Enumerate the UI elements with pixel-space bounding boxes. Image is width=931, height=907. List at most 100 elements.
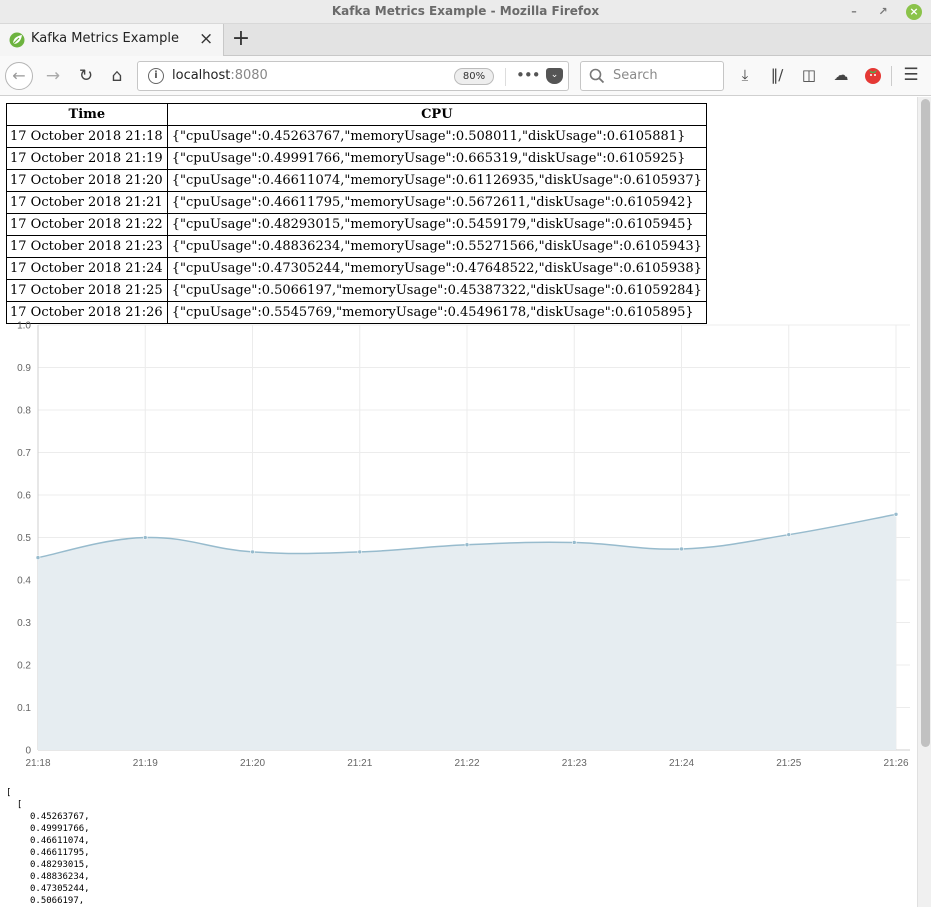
table-row: 17 October 2018 21:24 {"cpuUsage":0.47305… xyxy=(6,257,707,280)
tab-bar: Kafka Metrics Example × + xyxy=(0,24,931,56)
search-icon xyxy=(589,68,605,84)
page-actions-icon[interactable]: ••• xyxy=(516,66,541,84)
x-tick-label: 21:21 xyxy=(347,758,372,769)
y-tick-label: 0.8 xyxy=(17,406,31,417)
x-tick-label: 21:19 xyxy=(133,758,158,769)
home-icon[interactable]: ⌂ xyxy=(103,62,131,90)
site-info-icon[interactable]: i xyxy=(148,68,164,84)
maximize-icon[interactable]: ↗ xyxy=(875,4,891,20)
scrollbar-thumb[interactable] xyxy=(921,99,930,747)
back-icon[interactable]: ← xyxy=(5,62,33,90)
time-cell: 17 October 2018 21:23 xyxy=(6,235,168,258)
url-bar[interactable]: i localhost:8080 80% ••• ⌄ xyxy=(137,61,569,91)
x-tick-label: 21:26 xyxy=(883,758,908,769)
data-point xyxy=(893,512,899,517)
table-row: 17 October 2018 21:19 {"cpuUsage":0.49991… xyxy=(6,147,707,170)
data-point xyxy=(142,535,148,540)
json-value-line: 0.45263767, xyxy=(30,812,90,822)
x-tick-label: 21:20 xyxy=(240,758,265,769)
time-column-header: Time xyxy=(6,103,168,126)
zoom-level-button[interactable]: 80% xyxy=(454,68,494,85)
new-tab-icon[interactable]: + xyxy=(230,26,252,51)
y-tick-label: 0.3 xyxy=(17,618,31,629)
table-row: 17 October 2018 21:22 {"cpuUsage":0.48293… xyxy=(6,213,707,236)
x-tick-label: 21:23 xyxy=(562,758,587,769)
y-tick-label: 0.5 xyxy=(17,533,31,544)
cpu-cell: {"cpuUsage":0.46611074,"memoryUsage":0.6… xyxy=(166,169,707,192)
json-dump: [ [ 0.45263767, 0.49991766, 0.46611074, … xyxy=(6,787,90,907)
y-tick-label: 0.7 xyxy=(17,448,31,459)
y-tick-label: 1.0 xyxy=(17,321,31,332)
vertical-scrollbar[interactable] xyxy=(917,97,931,907)
search-box[interactable]: Search xyxy=(580,61,724,91)
downloads-icon[interactable]: ⤓ xyxy=(734,64,756,86)
table-row: 17 October 2018 21:18 {"cpuUsage":0.45263… xyxy=(6,125,707,148)
cpu-cell: {"cpuUsage":0.47305244,"memoryUsage":0.4… xyxy=(166,257,707,280)
cpu-usage-line-chart: 0 0.1 0.2 0.3 0.4 0.5 0.6 0.7 0.8 0.9 1.0 21:18 21:1… xyxy=(17,321,910,769)
table-row: 17 October 2018 21:21 {"cpuUsage":0.46611… xyxy=(6,191,707,214)
series-area-fill xyxy=(38,514,896,750)
y-tick-label: 0.1 xyxy=(17,703,31,714)
data-point xyxy=(464,542,470,548)
y-tick-label: 0 xyxy=(25,746,31,757)
json-value-line: 0.49991766, xyxy=(30,824,90,834)
data-point xyxy=(250,549,255,555)
library-icon[interactable]: ‖∕ xyxy=(766,64,788,86)
json-open-bracket: [ xyxy=(6,788,12,798)
cpu-cell: {"cpuUsage":0.48293015,"memoryUsage":0.5… xyxy=(166,213,707,236)
y-tick-label: 0.4 xyxy=(17,576,31,587)
tab-kafka-metrics[interactable]: Kafka Metrics Example × xyxy=(0,24,224,56)
toolbar-divider xyxy=(891,66,892,86)
cpu-cell: {"cpuUsage":0.5066197,"memoryUsage":0.45… xyxy=(166,279,707,302)
search-placeholder: Search xyxy=(613,68,658,83)
data-point xyxy=(679,546,684,552)
time-cell: 17 October 2018 21:19 xyxy=(6,147,168,170)
tomato-extension-icon[interactable] xyxy=(862,64,884,86)
tab-title: Kafka Metrics Example xyxy=(31,31,179,46)
navigation-toolbar: ← → ↻ ⌂ i localhost:8080 80% ••• ⌄ Searc… xyxy=(0,56,931,96)
time-cell: 17 October 2018 21:21 xyxy=(6,191,168,214)
sidebar-icon[interactable]: ◫ xyxy=(798,64,820,86)
cpu-column-header: CPU xyxy=(166,103,707,126)
cpu-cell: {"cpuUsage":0.46611795,"memoryUsage":0.5… xyxy=(166,191,707,214)
y-tick-label: 0.2 xyxy=(17,661,31,672)
json-value-line: 0.46611074, xyxy=(30,836,90,846)
table-row: 17 October 2018 21:20 {"cpuUsage":0.46611… xyxy=(6,169,707,192)
data-point xyxy=(357,549,363,555)
window-title: Kafka Metrics Example - Mozilla Firefox xyxy=(331,4,600,18)
page-content: Time CPU 17 October 2018 21:18 {"cpuUsage… xyxy=(0,97,917,907)
cpu-cell: {"cpuUsage":0.45263767,"memoryUsage":0.5… xyxy=(166,125,707,148)
close-window-icon[interactable]: × xyxy=(906,4,922,20)
tab-close-icon[interactable]: × xyxy=(199,29,213,49)
y-tick-label: 0.9 xyxy=(17,363,31,374)
json-value-line: 0.47305244, xyxy=(30,884,90,894)
sync-cloud-icon[interactable]: ☁ xyxy=(830,64,852,86)
url-divider xyxy=(505,68,506,86)
json-value-line: 0.46611795, xyxy=(30,848,90,858)
hamburger-menu-icon[interactable]: ☰ xyxy=(900,64,922,86)
forward-icon[interactable]: → xyxy=(39,62,67,90)
time-cell: 17 October 2018 21:18 xyxy=(6,125,168,148)
y-tick-label: 0.6 xyxy=(17,491,31,502)
time-cell: 17 October 2018 21:25 xyxy=(6,279,168,302)
json-inner-open-bracket: [ xyxy=(6,800,23,810)
table-header-row: Time CPU xyxy=(6,103,707,126)
metrics-table: Time CPU 17 October 2018 21:18 {"cpuUsage… xyxy=(6,103,707,324)
spring-leaf-icon xyxy=(9,32,25,48)
cpu-cell: {"cpuUsage":0.48836234,"memoryUsage":0.5… xyxy=(166,235,707,258)
time-cell: 17 October 2018 21:20 xyxy=(6,169,168,192)
json-value-line: 0.5066197, xyxy=(30,896,85,906)
cpu-cell: {"cpuUsage":0.49991766,"memoryUsage":0.6… xyxy=(166,147,707,170)
minimize-icon[interactable]: – xyxy=(846,4,862,20)
reload-icon[interactable]: ↻ xyxy=(72,62,100,90)
data-point xyxy=(786,532,792,537)
time-cell: 17 October 2018 21:24 xyxy=(6,257,168,280)
table-row: 17 October 2018 21:23 {"cpuUsage":0.48836… xyxy=(6,235,707,258)
json-value-line: 0.48836234, xyxy=(30,872,90,882)
url-text[interactable]: localhost:8080 xyxy=(172,68,268,83)
window-titlebar: Kafka Metrics Example - Mozilla Firefox … xyxy=(0,0,931,24)
x-tick-label: 21:25 xyxy=(776,758,801,769)
data-point xyxy=(35,555,41,560)
url-port: :8080 xyxy=(230,68,268,83)
pocket-icon[interactable]: ⌄ xyxy=(546,68,563,84)
